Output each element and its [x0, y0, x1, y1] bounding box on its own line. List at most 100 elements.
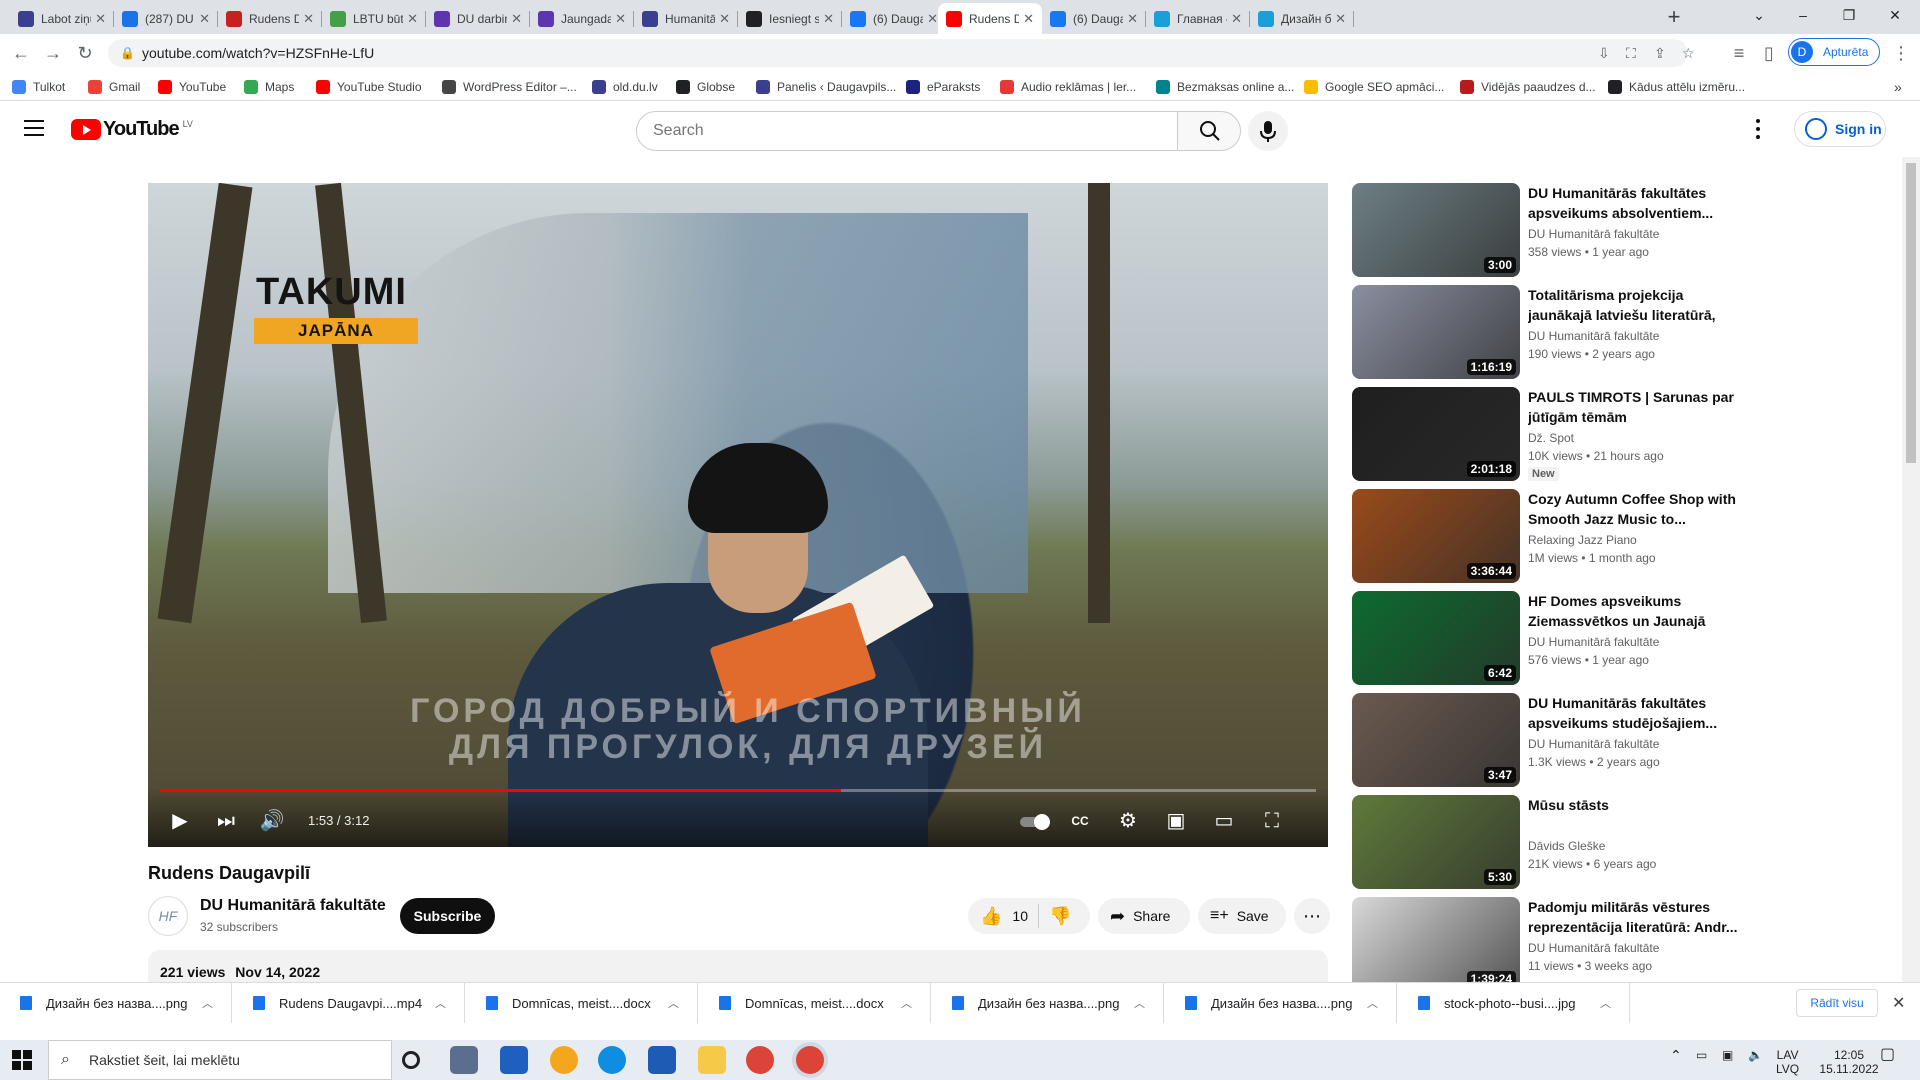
close-downloads-icon[interactable]: ✕ [1892, 993, 1905, 1013]
bookmark-item[interactable]: Bezmaksas online a... [1156, 78, 1294, 96]
tab-close-icon[interactable]: ✕ [823, 11, 834, 27]
profile-button[interactable]: D Apturēta [1788, 38, 1880, 66]
recommended-channel-name[interactable]: DU Humanitārā fakultāte [1528, 941, 1659, 955]
miniplayer-icon[interactable]: ▣ [1162, 807, 1190, 835]
recommended-video[interactable]: 1:39:24 Padomju militārās vēstures reprez… [1352, 897, 1752, 993]
download-item[interactable]: Domnīcas, meist....docx ︿ [466, 983, 698, 1023]
chevron-up-icon[interactable]: ︿ [1134, 995, 1145, 1011]
browser-tab[interactable]: Главная — ✕ [1146, 3, 1250, 34]
browser-tab[interactable]: Дизайн без✕ [1250, 3, 1354, 34]
bookmark-item[interactable]: Tulkot [12, 78, 65, 96]
network-icon[interactable]: ▭ [1696, 1048, 1707, 1062]
chevron-up-icon[interactable]: ︿ [202, 995, 213, 1011]
download-item[interactable]: Дизайн без назва....png ︿ [0, 983, 232, 1023]
more-actions-button[interactable]: ⋯ [1294, 898, 1330, 934]
reading-list-icon[interactable]: ≡ [1726, 40, 1752, 66]
dislike-button[interactable]: 👎 [1049, 906, 1071, 927]
recommended-video-title[interactable]: DU Humanitārās fakultātes apsveikums abs… [1528, 183, 1738, 223]
tab-close-icon[interactable]: ✕ [1335, 11, 1346, 27]
address-bar[interactable]: 🔒 youtube.com/watch?v=HZSFnHe-LfU ⇩ ⛶ ⇪ … [108, 39, 1695, 67]
show-all-downloads-button[interactable]: Rādīt visu [1796, 989, 1878, 1017]
tab-close-icon[interactable]: ✕ [511, 11, 522, 27]
fullscreen-icon[interactable]: ⛶ [1258, 807, 1286, 835]
tab-close-icon[interactable]: ✕ [1023, 11, 1034, 27]
channel-name[interactable]: DU Humanitārā fakultāte [200, 897, 386, 915]
input-language[interactable]: LAV LVQ [1776, 1048, 1799, 1076]
next-video-icon[interactable]: ⏭ [212, 807, 240, 835]
bookmark-item[interactable]: WordPress Editor –... [442, 78, 577, 96]
chevron-up-icon[interactable]: ︿ [1367, 995, 1378, 1011]
bookmark-item[interactable]: Gmail [88, 78, 140, 96]
download-item[interactable]: Rudens Daugavpi....mp4 ︿ [233, 983, 465, 1023]
video-thumbnail[interactable]: 6:42 [1352, 591, 1520, 685]
play-icon[interactable]: ▶ [166, 807, 194, 835]
video-thumbnail[interactable]: 1:39:24 [1352, 897, 1520, 991]
notifications-icon[interactable]: ▢ [1880, 1047, 1895, 1063]
hamburger-menu-icon[interactable] [24, 120, 44, 141]
recommended-channel-name[interactable]: DU Humanitārā fakultāte [1528, 635, 1659, 649]
browser-tab[interactable]: Humanitārā✕ [634, 3, 738, 34]
taskbar-search-box[interactable]: ⌕ Rakstiet šeit, lai meklētu [48, 1040, 392, 1080]
bookmark-item[interactable]: Vidējās paaudzes d... [1460, 78, 1596, 96]
browser-tab[interactable]: Rudens Da✕ [938, 3, 1042, 34]
recommended-video-title[interactable]: Totalitārisma projekcija jaunākajā latvi… [1528, 285, 1738, 325]
voice-search-button[interactable] [1248, 111, 1288, 151]
chevron-up-icon[interactable]: ︿ [435, 995, 446, 1011]
progress-bar[interactable] [160, 789, 1316, 792]
browser-tab[interactable]: Rudens Da✕ [218, 3, 322, 34]
forward-arrow-icon[interactable]: → [40, 40, 66, 66]
tab-close-icon[interactable]: ✕ [95, 11, 106, 27]
page-scrollbar[interactable] [1902, 157, 1920, 982]
edge-browser-icon[interactable] [598, 1046, 626, 1074]
side-panel-icon[interactable]: ▯ [1756, 40, 1782, 66]
chrome-active-icon[interactable] [796, 1046, 824, 1074]
share-page-icon[interactable]: ⇪ [1654, 39, 1666, 67]
recommended-channel-name[interactable]: Dž. Spot [1528, 431, 1574, 445]
more-bookmarks-icon[interactable]: » [1894, 78, 1902, 96]
bookmark-item[interactable]: Maps [244, 78, 294, 96]
browser-tab[interactable]: Jaungada b✕ [530, 3, 634, 34]
display-icon[interactable]: ▣ [1722, 1048, 1733, 1062]
browser-tab[interactable]: (287) DU p ✕ [114, 3, 218, 34]
video-thumbnail[interactable]: 3:47 [1352, 693, 1520, 787]
tab-close-icon[interactable]: ✕ [615, 11, 626, 27]
tray-overflow-icon[interactable]: ⌃ [1670, 1048, 1682, 1062]
video-thumbnail[interactable]: 2:01:18 [1352, 387, 1520, 481]
mail-app-icon[interactable] [500, 1046, 528, 1074]
clock[interactable]: 12:05 15.11.2022 [1814, 1048, 1884, 1076]
browser-tab[interactable]: Labot ziņu ✕ [10, 3, 114, 34]
recommended-video-title[interactable]: PAULS TIMROTS | Sarunas par jūtīgām tēmā… [1528, 387, 1738, 427]
back-arrow-icon[interactable]: ← [8, 40, 34, 66]
settings-more-icon[interactable] [1748, 115, 1768, 143]
recommended-video-title[interactable]: Cozy Autumn Coffee Shop with Smooth Jazz… [1528, 489, 1738, 529]
recommended-video-title[interactable]: DU Humanitārās fakultātes apsveikums stu… [1528, 693, 1738, 733]
theater-mode-icon[interactable]: ▭ [1210, 807, 1238, 835]
bookmark-item[interactable]: Panelis ‹ Daugavpils... [756, 78, 896, 96]
video-thumbnail[interactable]: 1:16:19 [1352, 285, 1520, 379]
download-item[interactable]: Дизайн без назва....png ︿ [932, 983, 1164, 1023]
tab-close-icon[interactable]: ✕ [719, 11, 730, 27]
download-item[interactable]: stock-photo--busi....jpg ︿ [1398, 983, 1630, 1023]
recommended-video[interactable]: 1:16:19 Totalitārisma projekcija jaunākaj… [1352, 285, 1752, 381]
tab-close-icon[interactable]: ✕ [303, 11, 314, 27]
recommended-video[interactable]: 3:00 DU Humanitārās fakultātes apsveikums… [1352, 183, 1752, 279]
bookmark-item[interactable]: old.du.lv [592, 78, 658, 96]
bookmark-item[interactable]: eParaksts [906, 78, 980, 96]
install-app-icon[interactable]: ⇩ [1598, 39, 1610, 67]
tab-close-icon[interactable]: ✕ [1127, 11, 1138, 27]
browser-menu-icon[interactable]: ⋮ [1888, 40, 1914, 66]
download-item[interactable]: Дизайн без назва....png ︿ [1165, 983, 1397, 1023]
search-button[interactable] [1177, 111, 1241, 151]
browser-tab[interactable]: Iesniegt slu✕ [738, 3, 842, 34]
share-button[interactable]: ➦ Share [1098, 898, 1190, 934]
reload-icon[interactable]: ↻ [72, 40, 98, 66]
windows-start-icon[interactable] [12, 1050, 32, 1070]
settings-gear-icon[interactable]: ⚙ [1114, 807, 1142, 835]
autoplay-toggle[interactable] [1018, 807, 1054, 835]
browser-tab[interactable]: (6) Daugav✕ [842, 3, 946, 34]
tab-search-chevron-icon[interactable]: ⌄ [1736, 0, 1782, 30]
video-thumbnail[interactable]: 5:30 [1352, 795, 1520, 889]
chevron-up-icon[interactable]: ︿ [668, 995, 679, 1011]
video-thumbnail[interactable]: 3:00 [1352, 183, 1520, 277]
minimize-button[interactable]: – [1780, 0, 1826, 30]
